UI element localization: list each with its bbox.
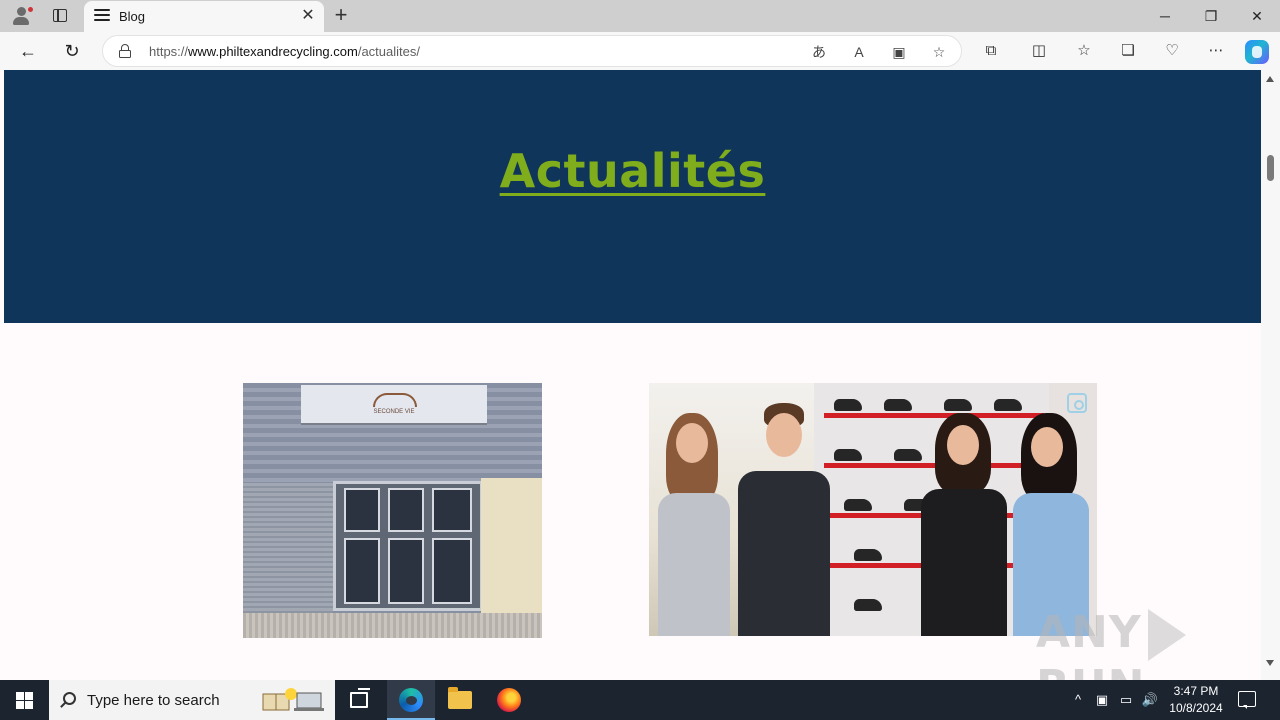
person-3	[917, 413, 1012, 636]
file-explorer-icon	[448, 687, 472, 709]
more-menu-icon[interactable]: ⋯	[1205, 40, 1227, 62]
tray-overflow-chevron-icon[interactable]: ^	[1068, 680, 1088, 720]
visual-search-icon[interactable]	[1067, 393, 1087, 413]
favorites-icon[interactable]: ☆	[1073, 40, 1095, 62]
split-screen-icon[interactable]: ◫	[1028, 40, 1050, 62]
extensions-icon[interactable]: ⧉	[980, 40, 1002, 62]
page-scrollbar[interactable]	[1261, 70, 1280, 680]
immersive-reader-icon[interactable]: ▣	[889, 42, 909, 62]
taskbar-firefox[interactable]	[485, 680, 533, 720]
windows-taskbar: Type here to search ^ ▣ ▭ 🔊 3:47 PM 10/8…	[0, 680, 1280, 720]
tab-blog[interactable]: Blog ✕	[84, 1, 324, 32]
favorite-star-icon[interactable]: ☆	[929, 42, 949, 62]
collections-icon[interactable]: ❏	[1117, 40, 1139, 62]
page-title[interactable]: Actualités	[4, 144, 1261, 198]
person-2	[734, 403, 834, 636]
tab-title: Blog	[119, 9, 146, 24]
read-aloud-icon[interactable]: A	[849, 42, 869, 62]
taskbar-clock[interactable]: 3:47 PM 10/8/2024	[1160, 683, 1232, 717]
scroll-down-arrow-icon[interactable]	[1266, 660, 1274, 666]
new-tab-button[interactable]: +	[330, 4, 352, 27]
translate-icon[interactable]: あ	[809, 42, 829, 62]
taskbar-file-explorer[interactable]	[436, 680, 484, 720]
person-4	[1007, 413, 1093, 636]
post-image-team[interactable]	[649, 383, 1097, 636]
browser-title-bar: Blog ✕ + ─ ❐ ✕	[0, 0, 1280, 32]
scroll-up-arrow-icon[interactable]	[1266, 76, 1274, 82]
person-1	[654, 413, 734, 636]
watermark-left: ANY	[1036, 607, 1142, 658]
page-viewport: Actualités SECONDE VIE ANY	[0, 70, 1280, 680]
edge-icon	[399, 688, 423, 712]
tab-close-button[interactable]: ✕	[299, 7, 317, 25]
store-sign-text: SECONDE VIE	[373, 409, 415, 415]
scroll-thumb[interactable]	[1267, 155, 1274, 181]
close-window-button[interactable]: ✕	[1234, 0, 1280, 32]
profile-avatar-icon[interactable]	[8, 4, 34, 28]
browser-toolbar: ← ↻ https://www.philtexandrecycling.com/…	[0, 32, 1280, 70]
address-bar[interactable]: https://www.philtexandrecycling.com/actu…	[102, 35, 962, 67]
watermark-play-icon	[1147, 609, 1186, 661]
post-image-storefront[interactable]: SECONDE VIE	[243, 383, 542, 638]
restore-button[interactable]: ❐	[1188, 0, 1234, 32]
minimize-button[interactable]: ─	[1142, 0, 1188, 32]
browser-essentials-icon[interactable]: ♡	[1161, 40, 1183, 62]
search-highlight-icon	[262, 688, 324, 711]
store-door	[333, 481, 483, 611]
taskbar-search-box[interactable]: Type here to search	[49, 680, 335, 720]
volume-icon[interactable]: 🔊	[1140, 680, 1160, 720]
url-text[interactable]: https://www.philtexandrecycling.com/actu…	[149, 44, 420, 59]
search-placeholder: Type here to search	[87, 692, 220, 709]
tab-favicon-icon	[94, 9, 110, 23]
firefox-icon	[497, 688, 521, 712]
hero-banner: Actualités	[4, 70, 1261, 323]
task-view-icon	[350, 688, 370, 708]
lock-icon[interactable]	[119, 44, 131, 58]
task-view-button[interactable]	[336, 680, 384, 720]
clock-date: 10/8/2024	[1169, 701, 1223, 715]
copilot-icon[interactable]	[1245, 40, 1269, 64]
taskbar-edge[interactable]	[387, 680, 435, 720]
start-button[interactable]	[0, 680, 48, 720]
back-button[interactable]: ←	[14, 37, 42, 65]
tab-actions-icon[interactable]	[50, 6, 70, 26]
search-icon	[63, 692, 76, 705]
tray-device-icon[interactable]: ▣	[1092, 680, 1112, 720]
clock-time: 3:47 PM	[1173, 684, 1219, 698]
notification-center-icon[interactable]	[1238, 691, 1256, 709]
network-icon[interactable]: ▭	[1116, 680, 1136, 720]
store-sign: SECONDE VIE	[301, 385, 487, 425]
refresh-button[interactable]: ↻	[58, 37, 86, 65]
anyrun-watermark: ANY RUN	[1036, 607, 1280, 680]
watermark-right: RUN	[1036, 661, 1145, 680]
